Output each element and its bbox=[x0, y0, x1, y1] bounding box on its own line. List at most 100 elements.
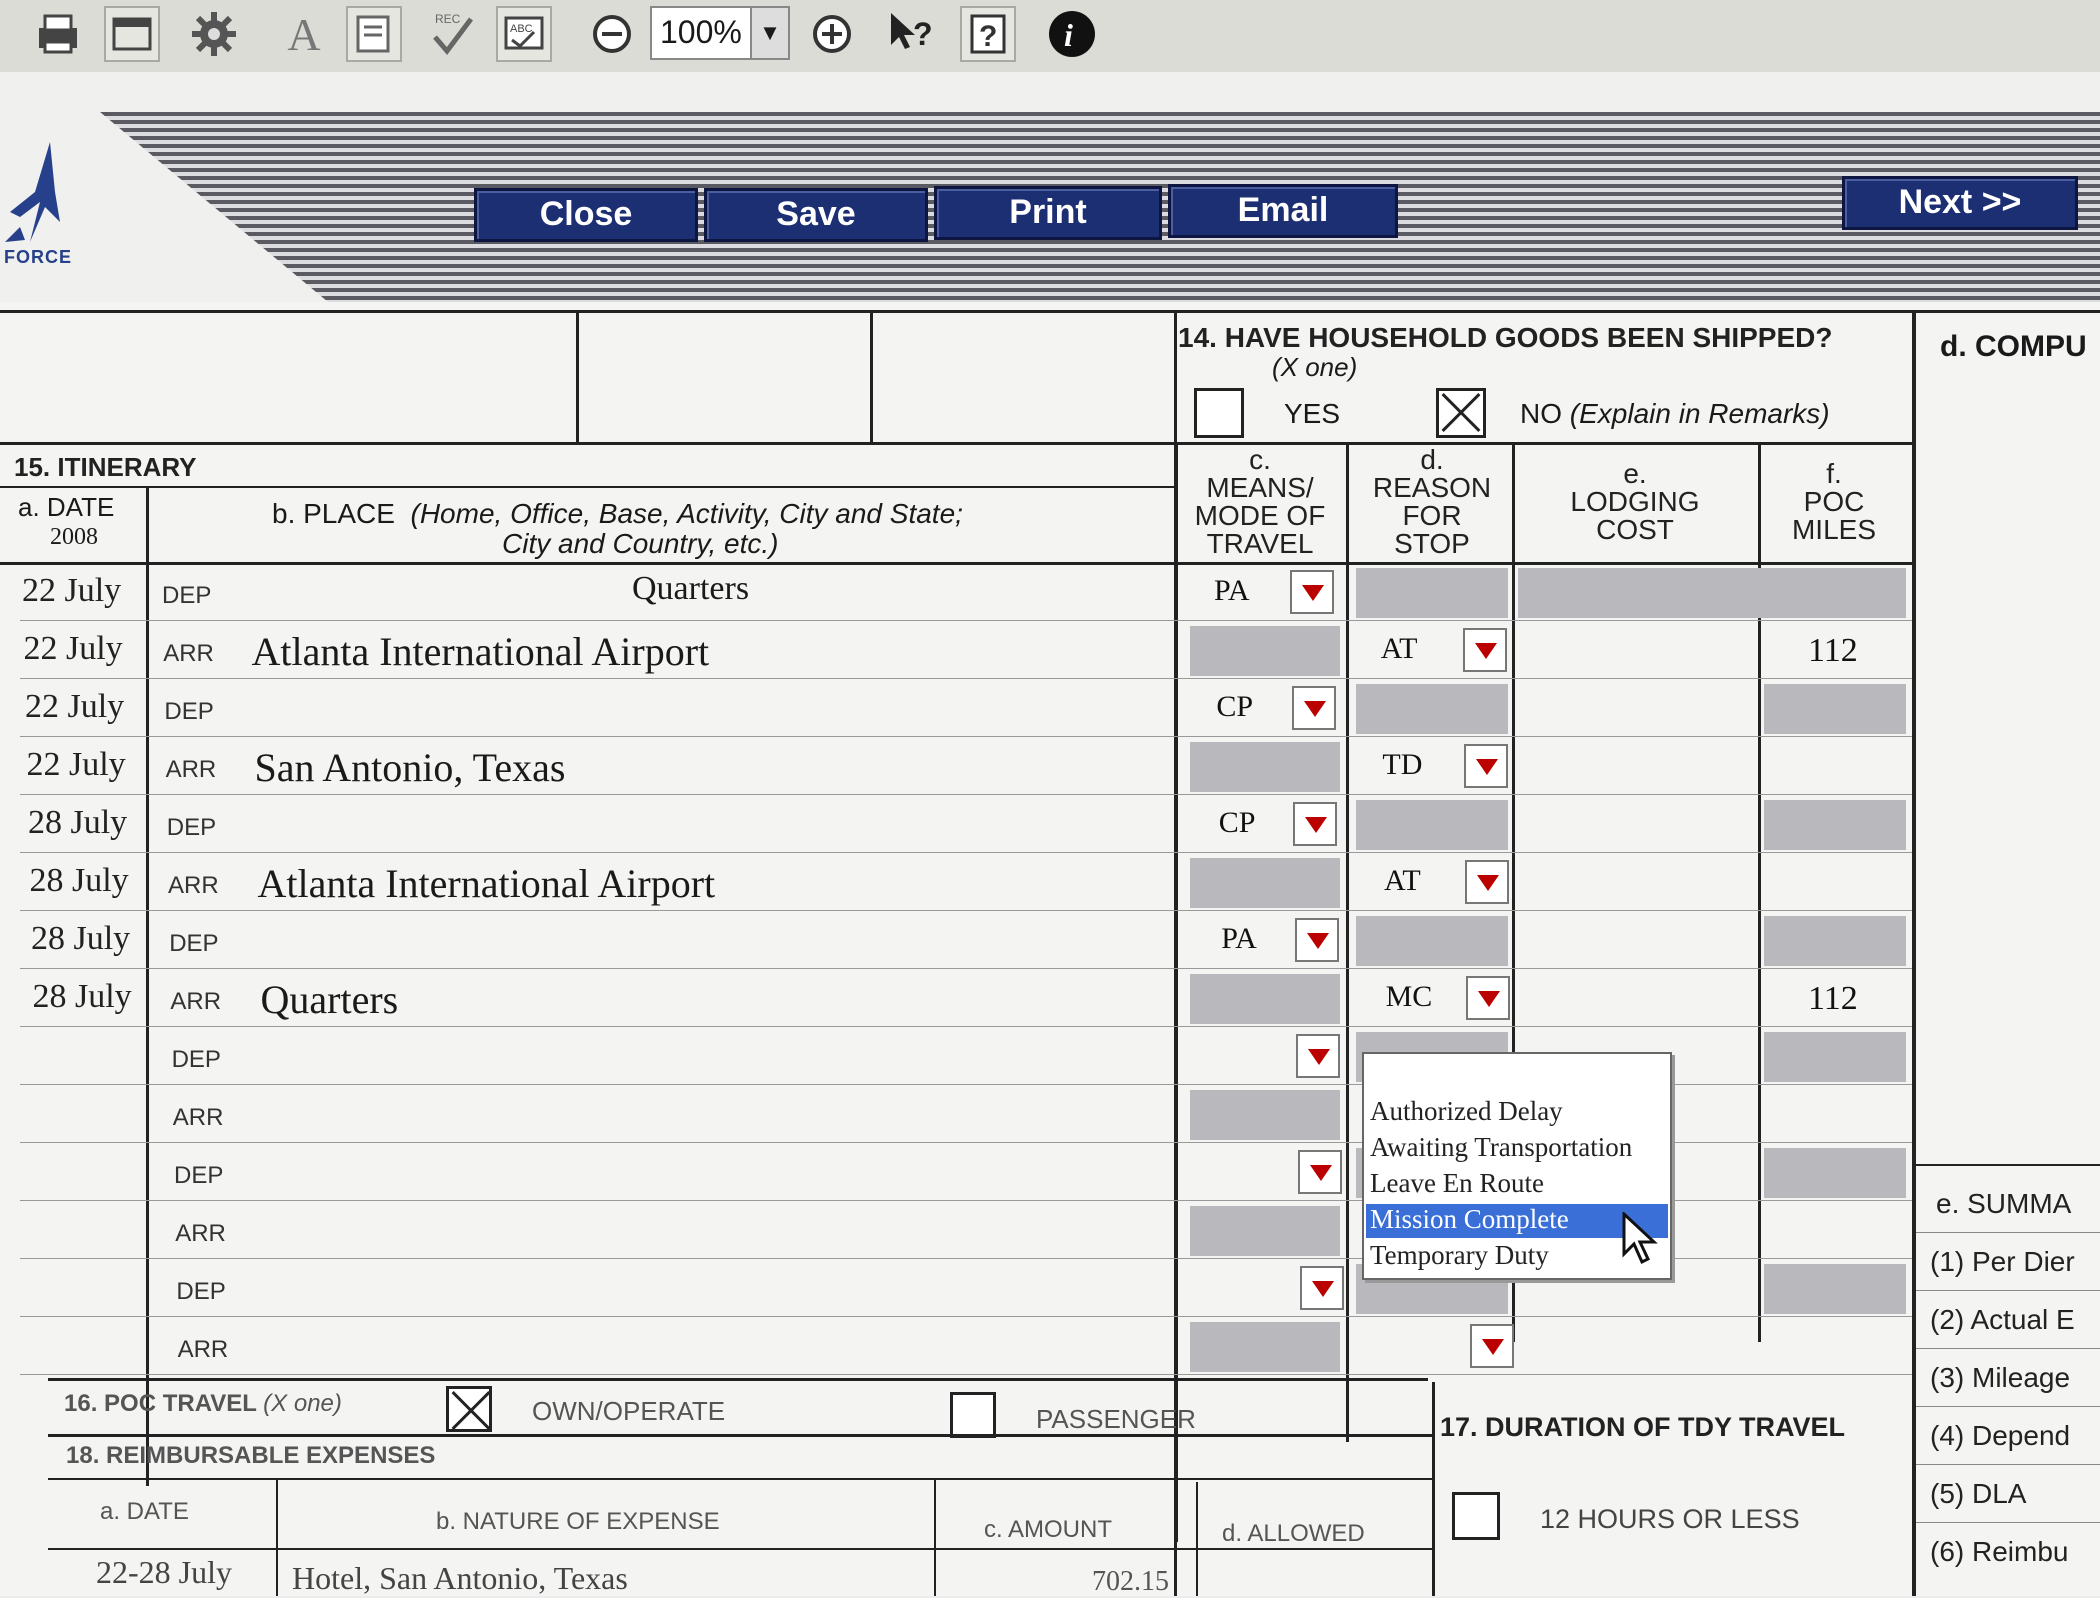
exp-col-date: a. DATE bbox=[100, 1498, 189, 1525]
miles-shade bbox=[1764, 800, 1906, 850]
reason-dropdown-arrow[interactable] bbox=[1462, 628, 1507, 672]
summary-item: (5) DLA bbox=[1930, 1478, 2027, 1509]
itinerary-type: ARR bbox=[170, 988, 222, 1015]
reason-value[interactable]: AT bbox=[1381, 632, 1418, 666]
itinerary-date[interactable]: 28 July bbox=[31, 920, 130, 958]
section16-title: 16. POC TRAVEL (X one) bbox=[64, 1390, 342, 1418]
tdy-12hr-checkbox[interactable] bbox=[1452, 1492, 1500, 1540]
col-place-note2: City and Country, etc.) bbox=[502, 528, 779, 559]
means-value[interactable]: PA bbox=[1221, 922, 1257, 956]
row-divider bbox=[20, 736, 1912, 737]
whats-this-icon[interactable]: ? bbox=[884, 6, 940, 62]
reason-shade bbox=[1356, 568, 1508, 618]
row-divider bbox=[20, 852, 1912, 853]
exp-row-amount[interactable]: 702.15 bbox=[1092, 1566, 1169, 1598]
exp-row-nature[interactable]: Hotel, San Antonio, Texas bbox=[292, 1560, 628, 1597]
itinerary-type: DEP bbox=[174, 1162, 224, 1189]
itinerary-date[interactable]: 22 July bbox=[24, 630, 123, 668]
form-icon[interactable] bbox=[346, 6, 402, 62]
col-reason-l1: d. bbox=[1420, 444, 1444, 475]
itinerary-place[interactable]: Quarters bbox=[261, 976, 399, 1023]
text-icon[interactable]: A bbox=[276, 6, 332, 62]
hhg-yes-checkbox[interactable] bbox=[1194, 388, 1244, 438]
summary-item: (2) Actual E bbox=[1930, 1304, 2075, 1335]
means-dropdown-arrow[interactable] bbox=[1291, 686, 1336, 730]
itinerary-place[interactable]: Atlanta International Airport bbox=[258, 860, 716, 907]
hhg-no-checkbox[interactable] bbox=[1436, 388, 1486, 438]
itinerary-date[interactable]: 22 July bbox=[25, 688, 124, 726]
row-divider bbox=[20, 1374, 1912, 1375]
divider bbox=[1916, 1348, 2100, 1349]
save-button[interactable]: Save bbox=[704, 188, 928, 242]
poc-miles-value[interactable]: 112 bbox=[1808, 980, 1858, 1018]
itinerary-date[interactable]: 22 July bbox=[22, 572, 121, 610]
zoom-select[interactable]: 100% ▼ bbox=[650, 6, 790, 60]
means-value[interactable]: PA bbox=[1214, 574, 1250, 608]
col-miles-header: f. POC MILES bbox=[1760, 460, 1908, 544]
miles-shade bbox=[1764, 1264, 1906, 1314]
header-banner: FORCE Close Save Print Email Next >> bbox=[0, 72, 2100, 312]
email-button[interactable]: Email bbox=[1168, 184, 1398, 238]
divider bbox=[1916, 1232, 2100, 1233]
reason-option[interactable]: Authorized Delay bbox=[1366, 1096, 1668, 1130]
reason-value[interactable]: AT bbox=[1384, 864, 1421, 898]
reason-option[interactable]: Leave En Route bbox=[1366, 1168, 1668, 1202]
divider bbox=[1196, 1482, 1198, 1596]
reason-dropdown-arrow[interactable] bbox=[1463, 744, 1508, 788]
means-dropdown-arrow[interactable] bbox=[1290, 570, 1334, 614]
means-dropdown-arrow[interactable] bbox=[1296, 1034, 1341, 1078]
divider bbox=[0, 442, 1912, 445]
means-value[interactable]: CP bbox=[1219, 806, 1256, 840]
field-icon[interactable]: ABC bbox=[496, 6, 552, 62]
itinerary-place[interactable]: Quarters bbox=[632, 570, 749, 608]
means-dropdown-arrow[interactable] bbox=[1294, 918, 1339, 962]
reason-value[interactable]: TD bbox=[1382, 748, 1422, 782]
divider bbox=[0, 310, 2100, 313]
close-button[interactable]: Close bbox=[474, 188, 698, 242]
row-divider bbox=[20, 910, 1912, 911]
means-value[interactable]: CP bbox=[1216, 690, 1253, 724]
exp-row-date[interactable]: 22-28 July bbox=[96, 1554, 232, 1591]
window-icon[interactable] bbox=[104, 6, 160, 62]
divider bbox=[48, 1378, 1428, 1381]
col-place-note1: (Home, Office, Base, Activity, City and … bbox=[410, 498, 963, 529]
reason-shade bbox=[1356, 916, 1508, 966]
col-miles-l2: POC bbox=[1803, 486, 1865, 517]
col-reason-l3: FOR bbox=[1402, 500, 1462, 531]
reason-dropdown-arrow[interactable] bbox=[1469, 1324, 1514, 1368]
next-button[interactable]: Next >> bbox=[1842, 176, 2078, 230]
hhg-no-note: (Explain in Remarks) bbox=[1569, 398, 1830, 429]
printer-icon[interactable] bbox=[30, 6, 86, 62]
help-icon[interactable]: ? bbox=[960, 6, 1016, 62]
hhg-no-text: NO bbox=[1520, 398, 1562, 429]
settings-icon[interactable] bbox=[186, 6, 242, 62]
col-place-label: b. PLACE bbox=[272, 498, 395, 529]
col-means-l2: MEANS/ bbox=[1206, 472, 1314, 503]
reason-dropdown-arrow[interactable] bbox=[1465, 860, 1509, 904]
divider bbox=[1916, 1464, 2100, 1465]
means-dropdown-arrow[interactable] bbox=[1298, 1150, 1342, 1194]
divider bbox=[48, 1434, 1432, 1437]
itinerary-date[interactable]: 28 July bbox=[28, 804, 127, 842]
itinerary-date[interactable]: 22 July bbox=[27, 746, 126, 784]
poc-own-checkbox[interactable] bbox=[446, 1386, 492, 1432]
chevron-down-icon[interactable]: ▼ bbox=[750, 8, 788, 58]
itinerary-place[interactable]: San Antonio, Texas bbox=[255, 744, 566, 791]
reason-dropdown-arrow[interactable] bbox=[1466, 976, 1511, 1020]
print-button[interactable]: Print bbox=[934, 186, 1162, 240]
itinerary-date[interactable]: 28 July bbox=[30, 862, 129, 900]
poc-own-label: OWN/OPERATE bbox=[532, 1396, 726, 1426]
reason-option[interactable]: Awaiting Transportation bbox=[1366, 1132, 1668, 1166]
means-dropdown-arrow[interactable] bbox=[1299, 1266, 1344, 1310]
itinerary-place[interactable]: Atlanta International Airport bbox=[252, 628, 710, 675]
exp-col-allowed: d. ALLOWED bbox=[1222, 1520, 1365, 1547]
zoom-out-icon[interactable] bbox=[584, 6, 640, 62]
means-dropdown-arrow[interactable] bbox=[1293, 802, 1338, 846]
info-icon[interactable]: i bbox=[1044, 6, 1100, 62]
poc-passenger-checkbox[interactable] bbox=[950, 1392, 996, 1438]
reason-value[interactable]: MC bbox=[1386, 980, 1433, 1014]
poc-miles-value[interactable]: 112 bbox=[1808, 632, 1858, 670]
zoom-in-icon[interactable] bbox=[804, 6, 860, 62]
check-icon[interactable]: REC bbox=[424, 6, 480, 62]
itinerary-date[interactable]: 28 July bbox=[33, 978, 132, 1016]
